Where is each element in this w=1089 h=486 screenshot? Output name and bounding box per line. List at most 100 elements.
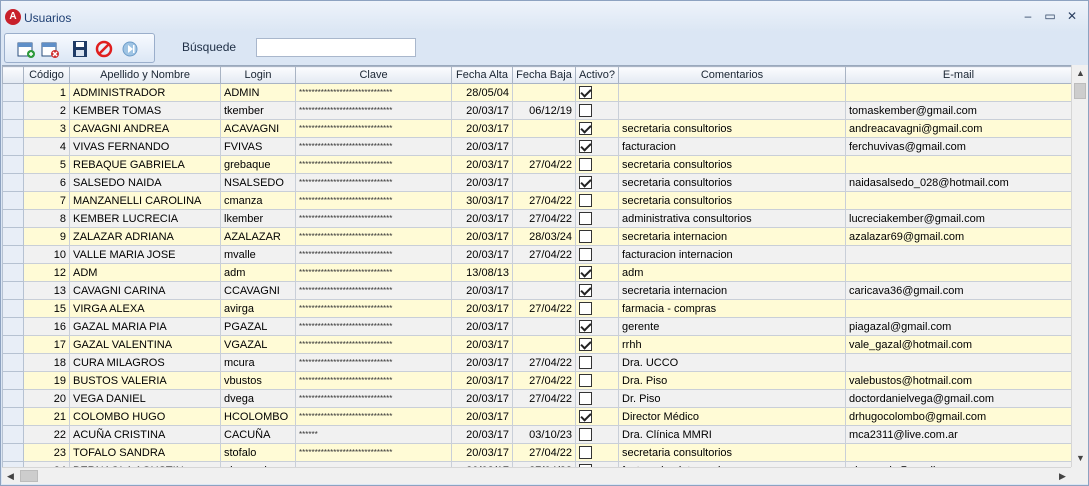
cell-login[interactable]: stofalo bbox=[220, 443, 296, 462]
activo-checkbox[interactable] bbox=[579, 86, 592, 99]
cell-codigo[interactable]: 17 bbox=[23, 335, 70, 354]
cell-fecha-alta[interactable]: 20/03/17 bbox=[451, 353, 513, 372]
cell-codigo[interactable]: 16 bbox=[23, 317, 70, 336]
cell-comentarios[interactable]: Dra. UCCO bbox=[618, 353, 846, 372]
cell-email[interactable]: drhugocolombo@gmail.com bbox=[845, 407, 1071, 426]
cell-comentarios[interactable]: secretaria consultorios bbox=[618, 155, 846, 174]
row-indicator[interactable] bbox=[2, 245, 24, 264]
activo-checkbox[interactable] bbox=[579, 356, 592, 369]
cell-comentarios[interactable]: facturacion internacion bbox=[618, 245, 846, 264]
cell-email[interactable] bbox=[845, 83, 1071, 102]
cell-apellido-nombre[interactable]: MANZANELLI CAROLINA bbox=[69, 191, 221, 210]
row-indicator[interactable] bbox=[2, 335, 24, 354]
activo-checkbox[interactable] bbox=[579, 104, 592, 117]
cell-fecha-alta[interactable]: 20/03/17 bbox=[451, 335, 513, 354]
cell-login[interactable]: vbustos bbox=[220, 371, 296, 390]
table-row[interactable]: 7 MANZANELLI CAROLINA cmanza **************… bbox=[2, 191, 1071, 210]
cell-apellido-nombre[interactable]: BUSTOS VALERIA bbox=[69, 371, 221, 390]
header-email[interactable]: E-mail bbox=[845, 66, 1071, 84]
cell-login[interactable]: cmanza bbox=[220, 191, 296, 210]
row-indicator[interactable] bbox=[2, 119, 24, 138]
next-icon[interactable] bbox=[120, 39, 140, 59]
cell-fecha-alta[interactable]: 20/03/17 bbox=[451, 155, 513, 174]
cell-email[interactable]: caricava36@gmail.com bbox=[845, 281, 1071, 300]
activo-checkbox[interactable] bbox=[579, 410, 592, 423]
scroll-down-arrow-icon[interactable]: ▼ bbox=[1072, 450, 1089, 467]
cell-apellido-nombre[interactable]: CAVAGNI CARINA bbox=[69, 281, 221, 300]
cell-login[interactable]: grebaque bbox=[220, 155, 296, 174]
cell-codigo[interactable]: 4 bbox=[23, 137, 70, 156]
cell-clave[interactable]: ****************************** bbox=[295, 407, 452, 426]
cell-apellido-nombre[interactable]: VALLE MARIA JOSE bbox=[69, 245, 221, 264]
header-clave[interactable]: Clave bbox=[295, 66, 452, 84]
cell-codigo[interactable]: 22 bbox=[23, 425, 70, 444]
table-row[interactable]: 9 ZALAZAR ADRIANA AZALAZAR ****************… bbox=[2, 227, 1071, 246]
cell-clave[interactable]: ****************************** bbox=[295, 137, 452, 156]
cell-email[interactable] bbox=[845, 263, 1071, 282]
cell-codigo[interactable]: 21 bbox=[23, 407, 70, 426]
cell-login[interactable]: VGAZAL bbox=[220, 335, 296, 354]
cell-clave[interactable]: ****************************** bbox=[295, 245, 452, 264]
activo-checkbox[interactable] bbox=[579, 194, 592, 207]
cell-comentarios[interactable]: secretaria internacion bbox=[618, 227, 846, 246]
cell-email[interactable]: vale_gazal@hotmail.com bbox=[845, 335, 1071, 354]
row-indicator[interactable] bbox=[2, 227, 24, 246]
scroll-up-arrow-icon[interactable]: ▲ bbox=[1072, 65, 1089, 82]
cell-fecha-alta[interactable]: 30/03/17 bbox=[451, 191, 513, 210]
table-row[interactable]: 8 KEMBER LUCRECIA lkember *****************… bbox=[2, 209, 1071, 228]
cell-apellido-nombre[interactable]: VIRGA ALEXA bbox=[69, 299, 221, 318]
cell-fecha-baja[interactable]: 06/12/19 bbox=[512, 101, 576, 120]
cell-email[interactable]: lucreciakember@gmail.com bbox=[845, 209, 1071, 228]
row-indicator[interactable] bbox=[2, 191, 24, 210]
cell-clave[interactable]: ****************************** bbox=[295, 371, 452, 390]
table-row[interactable]: 6 SALSEDO NAIDA NSALSEDO ******************… bbox=[2, 173, 1071, 192]
cell-apellido-nombre[interactable]: SALSEDO NAIDA bbox=[69, 173, 221, 192]
cell-email[interactable]: doctordanielvega@gmail.com bbox=[845, 389, 1071, 408]
cell-clave[interactable]: ****************************** bbox=[295, 173, 452, 192]
table-row[interactable]: 17 GAZAL VALENTINA VGAZAL *****************… bbox=[2, 335, 1071, 354]
cell-fecha-baja[interactable] bbox=[512, 281, 576, 300]
activo-checkbox[interactable] bbox=[579, 302, 592, 315]
row-indicator[interactable] bbox=[2, 263, 24, 282]
cancel-icon[interactable] bbox=[94, 39, 114, 59]
cell-fecha-baja[interactable] bbox=[512, 407, 576, 426]
table-row[interactable]: 20 VEGA DANIEL dvega **********************… bbox=[2, 389, 1071, 408]
cell-login[interactable]: lkember bbox=[220, 209, 296, 228]
cell-clave[interactable]: ****************************** bbox=[295, 227, 452, 246]
cell-codigo[interactable]: 6 bbox=[23, 173, 70, 192]
cell-email[interactable] bbox=[845, 155, 1071, 174]
cell-clave[interactable]: ****************************** bbox=[295, 353, 452, 372]
cell-fecha-baja[interactable]: 27/04/22 bbox=[512, 389, 576, 408]
cell-fecha-baja[interactable]: 27/04/22 bbox=[512, 353, 576, 372]
cell-comentarios[interactable]: secretaria internacion bbox=[618, 281, 846, 300]
save-icon[interactable] bbox=[70, 39, 90, 59]
cell-clave[interactable]: ****************************** bbox=[295, 155, 452, 174]
cell-fecha-baja[interactable]: 27/04/22 bbox=[512, 245, 576, 264]
cell-codigo[interactable]: 2 bbox=[23, 101, 70, 120]
cell-email[interactable] bbox=[845, 299, 1071, 318]
cell-comentarios[interactable]: gerente bbox=[618, 317, 846, 336]
activo-checkbox[interactable] bbox=[579, 176, 592, 189]
cell-clave[interactable]: ****** bbox=[295, 425, 452, 444]
row-indicator[interactable] bbox=[2, 407, 24, 426]
activo-checkbox[interactable] bbox=[579, 392, 592, 405]
maximize-button[interactable]: ▭ bbox=[1041, 7, 1059, 25]
cell-login[interactable]: avirga bbox=[220, 299, 296, 318]
table-row[interactable]: 2 KEMBER TOMAS tkember ********************… bbox=[2, 101, 1071, 120]
cell-email[interactable]: andreacavagni@gmail.com bbox=[845, 119, 1071, 138]
header-activo[interactable]: Activo? bbox=[575, 66, 619, 84]
row-indicator[interactable] bbox=[2, 137, 24, 156]
cell-comentarios[interactable]: secretaria consultorios bbox=[618, 173, 846, 192]
horizontal-scrollbar[interactable]: ◀ ▶ bbox=[2, 467, 1071, 484]
close-button[interactable]: ✕ bbox=[1063, 7, 1081, 25]
cell-fecha-baja[interactable]: 27/04/22 bbox=[512, 299, 576, 318]
cell-apellido-nombre[interactable]: GAZAL MARIA PIA bbox=[69, 317, 221, 336]
cell-codigo[interactable]: 9 bbox=[23, 227, 70, 246]
cell-clave[interactable]: ****************************** bbox=[295, 281, 452, 300]
cell-login[interactable]: adm bbox=[220, 263, 296, 282]
cell-codigo[interactable]: 5 bbox=[23, 155, 70, 174]
activo-checkbox[interactable] bbox=[579, 428, 592, 441]
cell-fecha-alta[interactable]: 20/03/17 bbox=[451, 443, 513, 462]
cell-comentarios[interactable]: Dra. Piso bbox=[618, 371, 846, 390]
cell-apellido-nombre[interactable]: KEMBER TOMAS bbox=[69, 101, 221, 120]
